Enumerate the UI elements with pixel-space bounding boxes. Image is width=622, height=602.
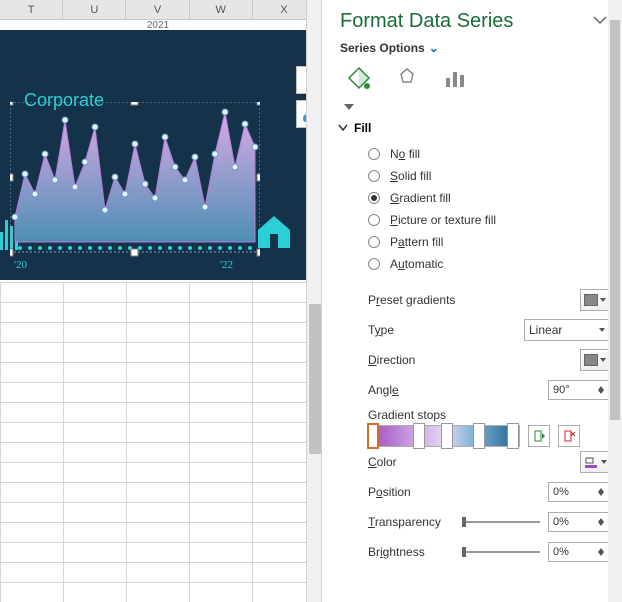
gradient-stop-5[interactable] — [507, 423, 519, 449]
caret-icon — [601, 460, 607, 464]
position-label: Position — [368, 485, 411, 499]
radio-icon — [368, 170, 380, 182]
transparency-label: Transparency — [368, 515, 441, 529]
preset-gradients-dropdown[interactable] — [580, 289, 610, 311]
fill-option-label: No fill — [390, 147, 420, 161]
fill-option-gradient[interactable]: Gradient fill — [368, 187, 610, 209]
preset-gradients-label: Preset gradients — [368, 293, 455, 307]
radio-icon — [368, 214, 380, 226]
add-stop-icon — [532, 429, 546, 443]
fill-option-no[interactable]: No fill — [368, 143, 610, 165]
axis-label-start: '20 — [14, 259, 27, 271]
angle-label: Angle — [368, 383, 399, 397]
radio-icon — [368, 148, 380, 160]
brightness-spinner[interactable]: 0% — [548, 542, 610, 562]
worksheet-area: T U V W X 2021 Corporate '20 '22 — [0, 0, 316, 602]
direction-label: Direction — [368, 353, 415, 367]
type-label: Type — [368, 323, 394, 337]
fill-option-label: Pattern fill — [390, 235, 443, 249]
color-label: Color — [368, 455, 397, 469]
fill-option-auto[interactable]: Automatic — [368, 253, 610, 275]
pane-title: Format Data Series — [340, 10, 610, 33]
add-stop-button[interactable] — [528, 425, 550, 447]
gradient-stops-label: Gradient stops — [368, 408, 446, 422]
effects-tab[interactable] — [392, 63, 422, 93]
color-dropdown[interactable] — [580, 451, 610, 473]
fill-option-picture[interactable]: Picture or texture fill — [368, 209, 610, 231]
embedded-chart[interactable]: Corporate '20 '22 — [0, 30, 306, 280]
caret-icon — [600, 358, 606, 362]
position-spinner[interactable]: 0% — [548, 482, 610, 502]
radio-icon — [368, 258, 380, 270]
col-V[interactable]: V — [126, 0, 189, 19]
gradient-stop-3[interactable] — [441, 423, 453, 449]
chart-plot[interactable]: '20 '22 — [10, 102, 260, 272]
scrollbar-thumb[interactable] — [610, 20, 620, 420]
series-options-tab[interactable] — [440, 63, 470, 93]
column-headers: T U V W X — [0, 0, 316, 20]
gradient-stops-bar[interactable] — [368, 425, 520, 447]
radio-icon — [368, 236, 380, 248]
caret-icon — [599, 328, 605, 332]
fill-radio-group: No fill Solid fill Gradient fill Picture or… — [368, 143, 610, 275]
gradient-stop-1[interactable] — [367, 423, 379, 449]
swatch-icon — [584, 354, 598, 366]
direction-dropdown[interactable] — [580, 349, 610, 371]
fill-option-solid[interactable]: Solid fill — [368, 165, 610, 187]
chevron-down-icon: ⌄ — [429, 41, 439, 55]
pane-collapse-button[interactable] — [592, 12, 608, 28]
fill-option-label: Automatic — [390, 257, 443, 271]
remove-stop-icon — [562, 429, 576, 443]
tab-indicator-icon — [344, 104, 354, 110]
fill-section-header[interactable]: Fill — [338, 121, 610, 135]
angle-spinner[interactable]: 90° — [548, 380, 610, 400]
transparency-slider[interactable] — [462, 521, 540, 523]
brightness-label: Brightness — [368, 545, 425, 559]
vertical-scrollbar[interactable] — [306, 0, 322, 602]
worksheet-grid[interactable] — [0, 282, 306, 602]
caret-icon — [600, 298, 606, 302]
cell-year[interactable]: 2021 — [0, 20, 316, 30]
series-options-dropdown[interactable]: Series Options⌄ — [340, 41, 610, 55]
type-dropdown[interactable]: Linear — [524, 319, 610, 341]
axis-label-end: '22 — [220, 259, 233, 271]
pane-scrollbar[interactable] — [608, 0, 622, 602]
col-T[interactable]: T — [0, 0, 63, 19]
format-pane: Format Data Series Series Options⌄ Fill … — [322, 0, 622, 602]
fill-option-label: Gradient fill — [390, 191, 451, 205]
fill-option-label: Picture or texture fill — [390, 213, 496, 227]
col-W[interactable]: W — [190, 0, 253, 19]
brightness-slider[interactable] — [462, 551, 540, 553]
transparency-spinner[interactable]: 0% — [548, 512, 610, 532]
col-U[interactable]: U — [63, 0, 126, 19]
swatch-icon — [584, 294, 598, 306]
gradient-stop-4[interactable] — [473, 423, 485, 449]
scrollbar-thumb[interactable] — [309, 304, 321, 454]
remove-stop-button[interactable] — [558, 425, 580, 447]
gradient-stop-2[interactable] — [413, 423, 425, 449]
disclosure-triangle-icon — [338, 123, 348, 133]
fill-option-label: Solid fill — [390, 169, 431, 183]
fill-line-tab[interactable] — [344, 63, 374, 93]
house-icon — [254, 210, 294, 250]
paint-bucket-icon — [583, 455, 599, 469]
fill-option-pattern[interactable]: Pattern fill — [368, 231, 610, 253]
radio-icon — [368, 192, 380, 204]
